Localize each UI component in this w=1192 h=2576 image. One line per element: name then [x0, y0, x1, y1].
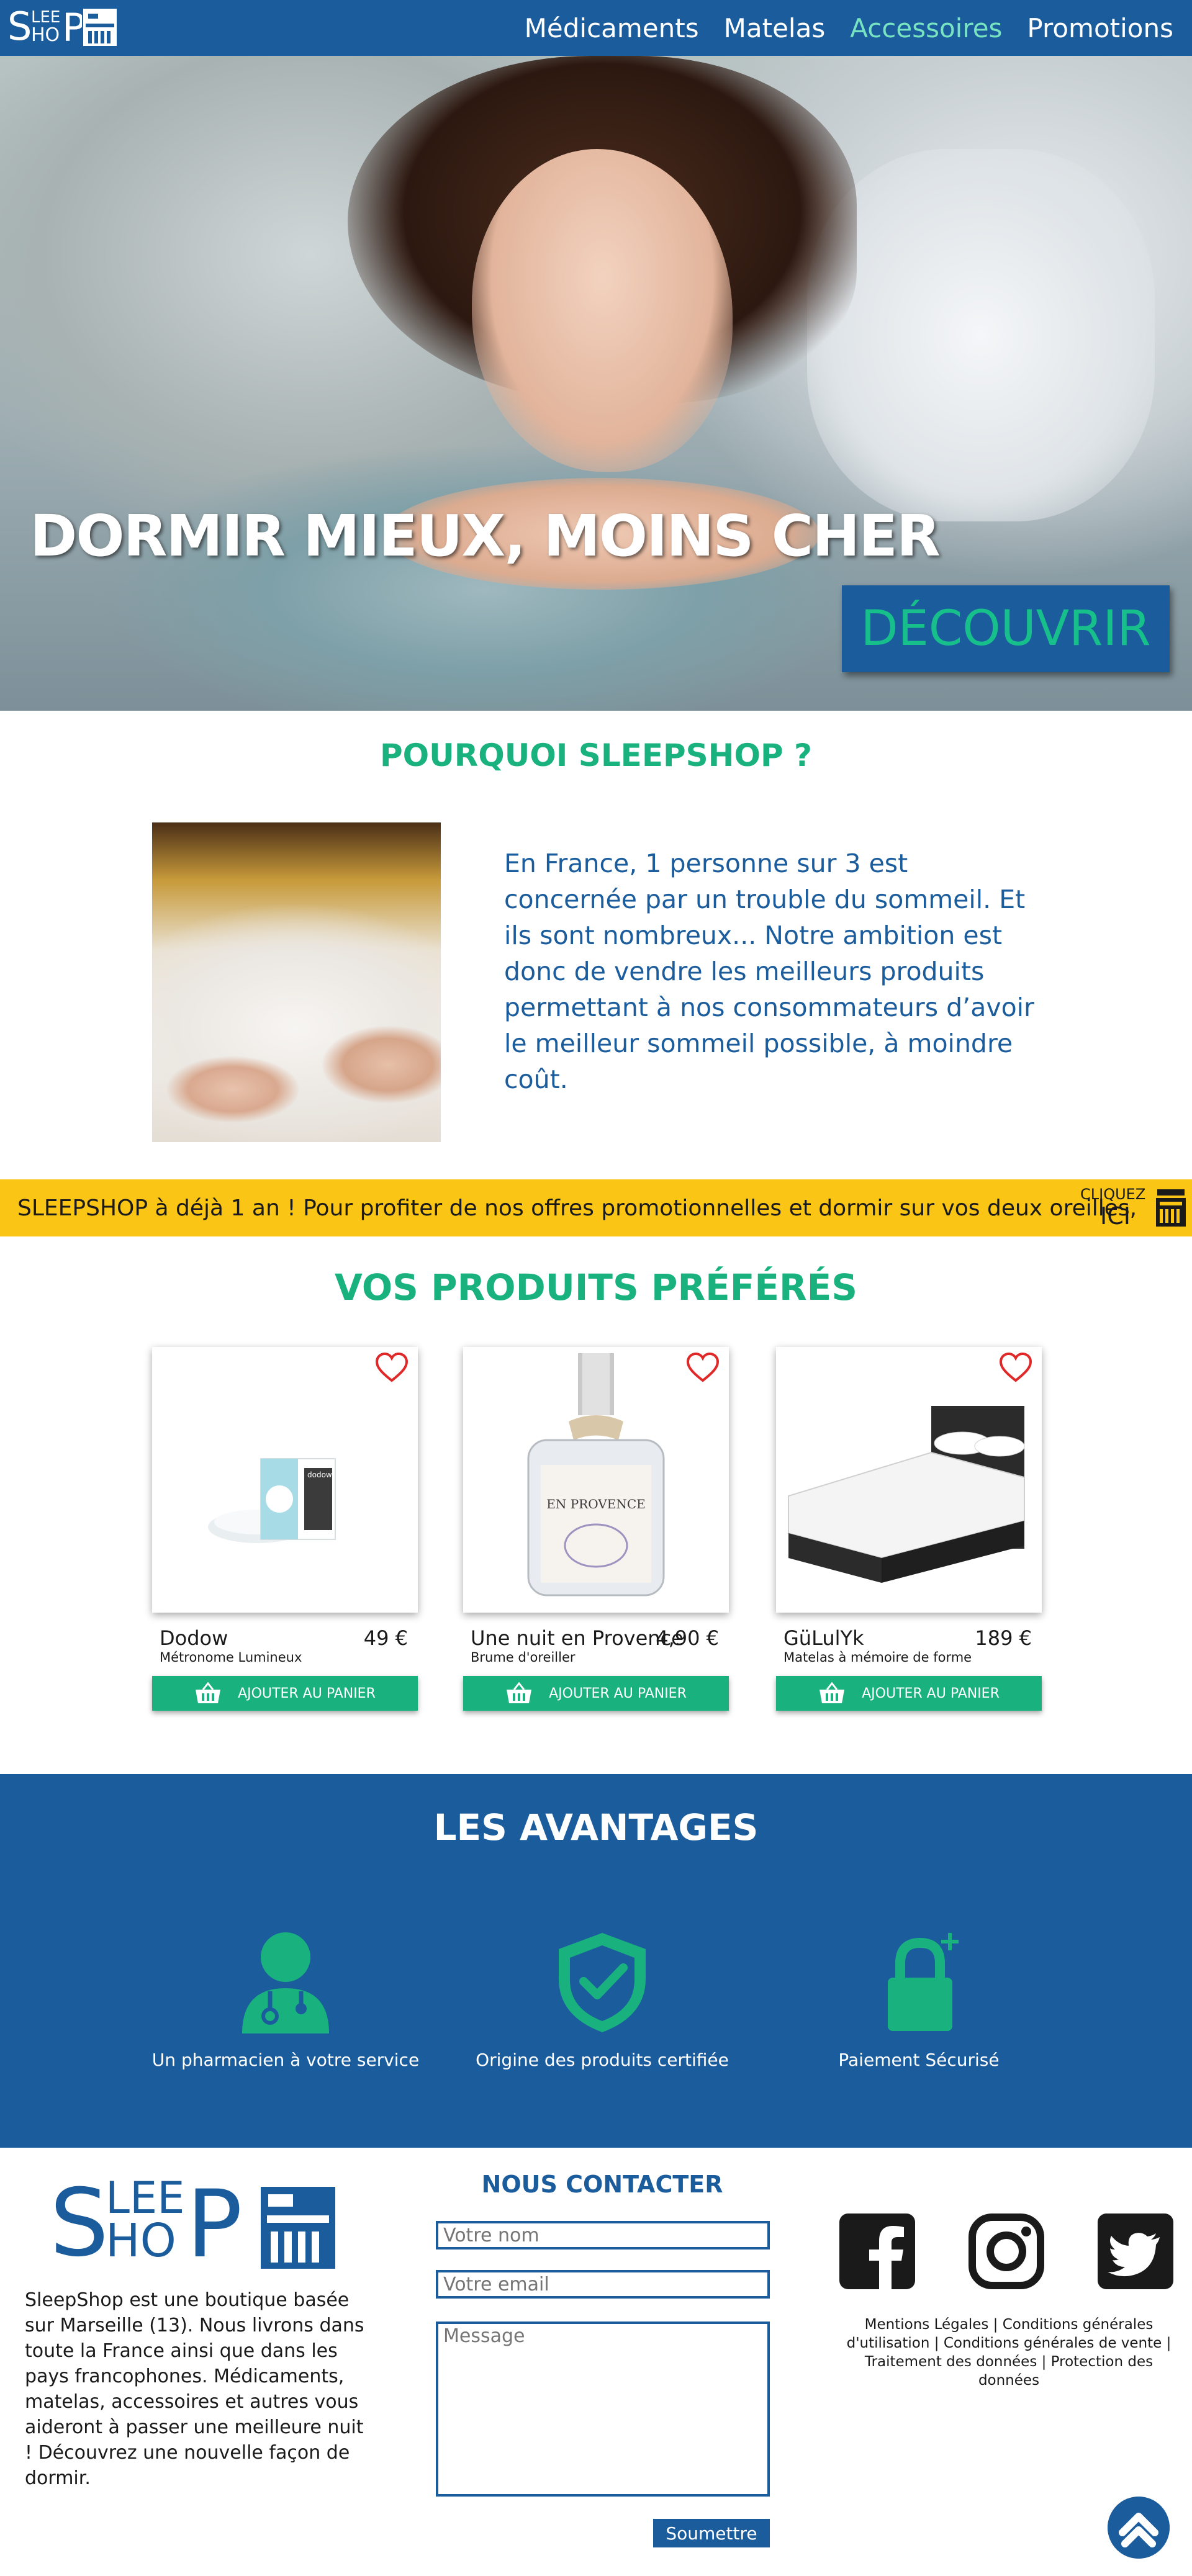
- nav-item-medicaments[interactable]: Médicaments: [525, 13, 699, 43]
- legal-links[interactable]: Mentions Légales | Conditions générales …: [844, 2315, 1173, 2390]
- shop-building-icon: [1156, 1189, 1186, 1227]
- product-card-gululyk[interactable]: GüLulYk Matelas à mémoire de forme 189 €…: [776, 1347, 1042, 1711]
- product-price: 189 €: [975, 1626, 1032, 1650]
- basket-icon: [196, 1682, 221, 1703]
- product-subtitle: Matelas à mémoire de forme: [783, 1650, 972, 1665]
- add-to-cart-label: AJOUTER AU PANIER: [862, 1685, 1000, 1701]
- doctor-icon: [242, 1932, 329, 2033]
- svg-text:S: S: [7, 4, 32, 49]
- footer-logo[interactable]: S LEE HO P: [50, 2176, 341, 2269]
- advantage-label: Paiement Sécurisé: [838, 2050, 1000, 2070]
- product-price: 49 €: [363, 1626, 408, 1650]
- product-subtitle: Brume d'oreiller: [471, 1650, 576, 1665]
- bed-illustration: [788, 1406, 1025, 1583]
- shield-check-icon: [559, 1933, 646, 2032]
- nav-item-accessoires[interactable]: Accessoires: [850, 13, 1002, 43]
- scroll-to-top-button[interactable]: [1108, 2497, 1170, 2559]
- advantage-secure-payment: Paiement Sécurisé: [757, 1929, 1080, 2070]
- advantages-title: LES AVANTAGES: [433, 1806, 759, 1849]
- product-image[interactable]: dodow: [152, 1347, 418, 1613]
- advantages-section: LES AVANTAGES Un pharmacien à votre serv…: [0, 1774, 1192, 2148]
- add-to-cart-button[interactable]: AJOUTER AU PANIER: [152, 1676, 418, 1711]
- main-nav: Médicaments Matelas Accessoires Promotio…: [525, 0, 1173, 56]
- favorite-heart-icon[interactable]: [374, 1351, 409, 1385]
- advantage-label: Un pharmacien à votre service: [151, 2050, 420, 2070]
- svg-text:dodow: dodow: [307, 1470, 332, 1479]
- svg-text:P: P: [186, 2176, 242, 2269]
- advantage-pharmacist: Un pharmacien à votre service: [124, 1929, 447, 2070]
- basket-icon: [820, 1682, 845, 1703]
- nav-item-matelas[interactable]: Matelas: [724, 13, 826, 43]
- add-to-cart-label: AJOUTER AU PANIER: [238, 1685, 376, 1701]
- svg-text:HO: HO: [106, 2214, 176, 2268]
- product-image[interactable]: EN PROVENCE: [463, 1347, 729, 1613]
- svg-text:P: P: [62, 5, 82, 50]
- discover-button[interactable]: DÉCOUVRIR: [842, 585, 1170, 672]
- message-field[interactable]: [436, 2322, 770, 2497]
- click-line-2: ICI: [1100, 1202, 1131, 1230]
- add-to-cart-button[interactable]: AJOUTER AU PANIER: [776, 1676, 1042, 1711]
- shop-building-icon: [83, 9, 117, 46]
- add-to-cart-label: AJOUTER AU PANIER: [549, 1685, 687, 1701]
- sleeping-feet-photo: [152, 822, 441, 1142]
- svg-text:HO: HO: [31, 24, 60, 46]
- product-image[interactable]: [776, 1347, 1042, 1613]
- hero-headline: DORMIR MIEUX, MOINS CHER: [30, 503, 941, 569]
- facebook-icon[interactable]: [839, 2213, 915, 2289]
- favorite-heart-icon[interactable]: [998, 1351, 1033, 1385]
- why-title: POURQUOI SLEEPSHOP ?: [379, 737, 813, 773]
- contact-title: NOUS CONTACTER: [481, 2171, 723, 2198]
- promo-banner: SLEEPSHOP à déjà 1 an ! Pour profiter de…: [0, 1179, 1192, 1236]
- product-subtitle: Métronome Lumineux: [160, 1650, 302, 1665]
- pillow-mist-bottle-illustration: EN PROVENCE: [527, 1353, 665, 1596]
- click-line-1: CLIQUEZ: [1080, 1186, 1146, 1203]
- twitter-icon[interactable]: [1098, 2213, 1173, 2289]
- site-header: S LEE HO P Médicaments Matelas Accessoir…: [0, 0, 1192, 56]
- svg-text:EN PROVENCE: EN PROVENCE: [546, 1497, 645, 1511]
- product-card-dodow[interactable]: dodow Dodow Métronome Lumineux 49 € AJOU…: [152, 1347, 418, 1711]
- why-text: En France, 1 personne sur 3 est concerné…: [504, 849, 1034, 1094]
- product-name: GüLulYk: [783, 1626, 864, 1650]
- hero-photo-shirt: [807, 149, 1155, 521]
- promo-click-here-link[interactable]: CLIQUEZ ICI: [1080, 1186, 1155, 1230]
- product-name: Dodow: [160, 1626, 228, 1650]
- hero-banner: DORMIR MIEUX, MOINS CHER DÉCOUVRIR: [0, 56, 1192, 711]
- dodow-product-illustration: dodow: [208, 1458, 336, 1543]
- logo-wordmark: S LEE HO P: [7, 4, 82, 50]
- product-card-provence[interactable]: EN PROVENCE Une nuit en Provence Brume d…: [463, 1347, 729, 1711]
- promo-message: SLEEPSHOP à déjà 1 an ! Pour profiter de…: [17, 1195, 1137, 1221]
- favorite-heart-icon[interactable]: [685, 1351, 720, 1385]
- instagram-icon[interactable]: [968, 2213, 1044, 2289]
- advantage-label: Origine des produits certifiée: [476, 2050, 729, 2070]
- site-logo[interactable]: S LEE HO P: [7, 4, 118, 51]
- lock-icon: [888, 1933, 959, 2031]
- footer-about-text: SleepShop est une boutique basée sur Mar…: [25, 2289, 364, 2489]
- name-field[interactable]: [436, 2221, 770, 2249]
- add-to-cart-button[interactable]: AJOUTER AU PANIER: [463, 1676, 729, 1711]
- products-title: VOS PRODUITS PRÉFÉRÉS: [334, 1266, 858, 1308]
- advantage-certified: Origine des produits certifiée: [441, 1929, 764, 2070]
- basket-icon: [507, 1682, 532, 1703]
- email-field[interactable]: [436, 2270, 770, 2299]
- nav-item-promotions[interactable]: Promotions: [1027, 13, 1173, 43]
- product-name: Une nuit en Provence: [471, 1626, 684, 1650]
- submit-button[interactable]: Soumettre: [653, 2519, 770, 2547]
- svg-text:S: S: [50, 2176, 109, 2269]
- product-price: 4,90 €: [656, 1626, 719, 1650]
